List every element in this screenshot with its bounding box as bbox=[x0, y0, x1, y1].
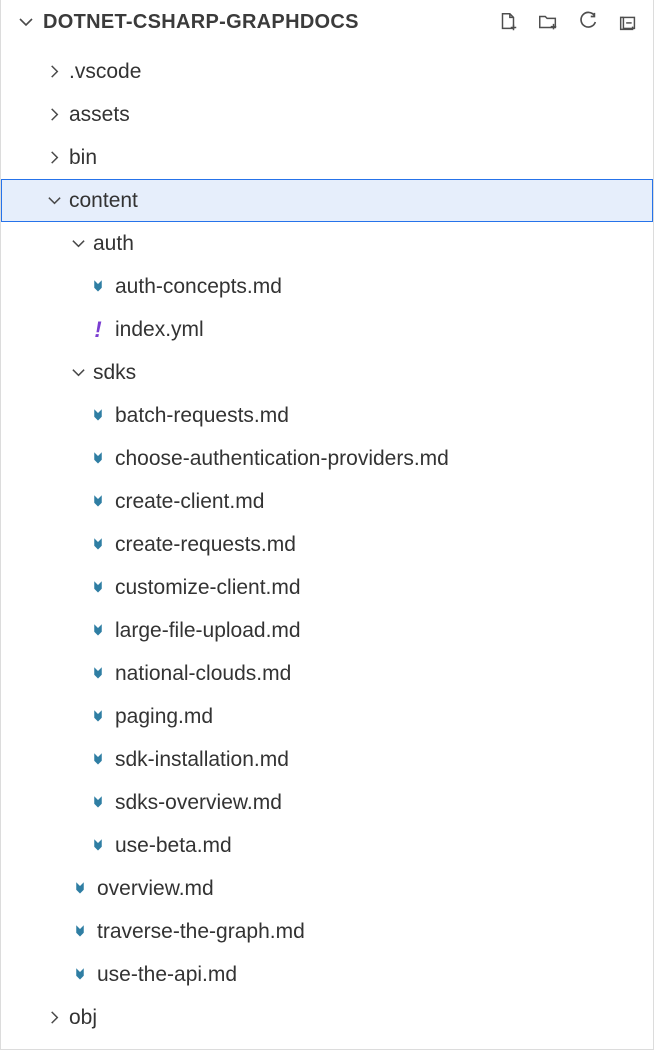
tree-item-label: large-file-upload.md bbox=[111, 619, 301, 643]
tree-file[interactable]: sdk-installation.md bbox=[1, 738, 653, 781]
tree-item-label: assets bbox=[65, 103, 130, 127]
tree-item-label: use-beta.md bbox=[111, 834, 232, 858]
tree-file[interactable]: customize-client.md bbox=[1, 566, 653, 609]
explorer-root-name[interactable]: DOTNET-CSHARP-GRAPHDOCS bbox=[37, 11, 495, 34]
tree-file[interactable]: overview.md bbox=[1, 867, 653, 910]
tree-file[interactable]: paging.md bbox=[1, 695, 653, 738]
tree-item-label: choose-authentication-providers.md bbox=[111, 447, 449, 471]
chevron-right-icon[interactable] bbox=[43, 64, 65, 79]
tree-item-label: index.yml bbox=[111, 318, 204, 342]
tree-item-label: overview.md bbox=[93, 877, 214, 901]
tree-item-label: .vscode bbox=[65, 60, 141, 84]
tree-folder[interactable]: .vscode bbox=[1, 50, 653, 93]
markdown-file-icon bbox=[85, 450, 111, 468]
refresh-icon[interactable] bbox=[575, 9, 601, 35]
tree-item-label: bin bbox=[65, 146, 97, 170]
tree-item-label: create-client.md bbox=[111, 490, 264, 514]
tree-item-label: obj bbox=[65, 1006, 97, 1030]
tree-file[interactable]: choose-authentication-providers.md bbox=[1, 437, 653, 480]
tree-item-label: auth bbox=[89, 232, 134, 256]
markdown-file-icon bbox=[85, 278, 111, 296]
tree-item-label: traverse-the-graph.md bbox=[93, 920, 305, 944]
tree-file[interactable]: create-requests.md bbox=[1, 523, 653, 566]
tree-item-label: auth-concepts.md bbox=[111, 275, 282, 299]
tree-file[interactable]: national-clouds.md bbox=[1, 652, 653, 695]
tree-file[interactable]: batch-requests.md bbox=[1, 394, 653, 437]
new-file-icon[interactable] bbox=[495, 9, 521, 35]
tree-folder[interactable]: obj bbox=[1, 996, 653, 1039]
markdown-file-icon bbox=[85, 536, 111, 554]
tree-folder[interactable]: assets bbox=[1, 93, 653, 136]
markdown-file-icon bbox=[85, 794, 111, 812]
tree-file[interactable]: !index.yml bbox=[1, 308, 653, 351]
tree-item-label: paging.md bbox=[111, 705, 213, 729]
tree-item-label: customize-client.md bbox=[111, 576, 301, 600]
tree-folder[interactable]: auth bbox=[1, 222, 653, 265]
tree-file[interactable]: use-beta.md bbox=[1, 824, 653, 867]
new-folder-icon[interactable] bbox=[535, 9, 561, 35]
tree-folder[interactable]: sdks bbox=[1, 351, 653, 394]
chevron-down-icon[interactable] bbox=[67, 236, 89, 251]
markdown-file-icon bbox=[85, 837, 111, 855]
tree-item-label: sdks-overview.md bbox=[111, 791, 282, 815]
tree-file[interactable]: large-file-upload.md bbox=[1, 609, 653, 652]
chevron-right-icon[interactable] bbox=[43, 150, 65, 165]
markdown-file-icon bbox=[85, 407, 111, 425]
yaml-file-icon: ! bbox=[85, 317, 111, 343]
markdown-file-icon bbox=[67, 923, 93, 941]
chevron-right-icon[interactable] bbox=[43, 1010, 65, 1025]
tree-item-label: create-requests.md bbox=[111, 533, 296, 557]
markdown-file-icon bbox=[85, 665, 111, 683]
explorer-header: DOTNET-CSHARP-GRAPHDOCS bbox=[1, 0, 653, 44]
tree-file[interactable]: sdks-overview.md bbox=[1, 781, 653, 824]
collapse-all-icon[interactable] bbox=[615, 9, 641, 35]
chevron-down-icon[interactable] bbox=[15, 14, 37, 30]
tree-item-label: use-the-api.md bbox=[93, 963, 237, 987]
markdown-file-icon bbox=[85, 622, 111, 640]
tree-folder[interactable]: bin bbox=[1, 136, 653, 179]
file-tree: .vscode assets bin content auth auth-concepts… bbox=[1, 44, 653, 1039]
markdown-file-icon bbox=[85, 493, 111, 511]
tree-item-label: batch-requests.md bbox=[111, 404, 289, 428]
markdown-file-icon bbox=[85, 579, 111, 597]
explorer-actions bbox=[495, 9, 647, 35]
markdown-file-icon bbox=[67, 966, 93, 984]
chevron-down-icon[interactable] bbox=[43, 193, 65, 208]
tree-item-label: sdks bbox=[89, 361, 136, 385]
tree-item-label: content bbox=[65, 189, 138, 213]
markdown-file-icon bbox=[85, 708, 111, 726]
tree-file[interactable]: create-client.md bbox=[1, 480, 653, 523]
tree-folder[interactable]: content bbox=[1, 179, 653, 222]
markdown-file-icon bbox=[85, 751, 111, 769]
chevron-right-icon[interactable] bbox=[43, 107, 65, 122]
tree-file[interactable]: auth-concepts.md bbox=[1, 265, 653, 308]
markdown-file-icon bbox=[67, 880, 93, 898]
chevron-down-icon[interactable] bbox=[67, 365, 89, 380]
tree-file[interactable]: traverse-the-graph.md bbox=[1, 910, 653, 953]
tree-item-label: national-clouds.md bbox=[111, 662, 291, 686]
tree-file[interactable]: use-the-api.md bbox=[1, 953, 653, 996]
tree-item-label: sdk-installation.md bbox=[111, 748, 289, 772]
